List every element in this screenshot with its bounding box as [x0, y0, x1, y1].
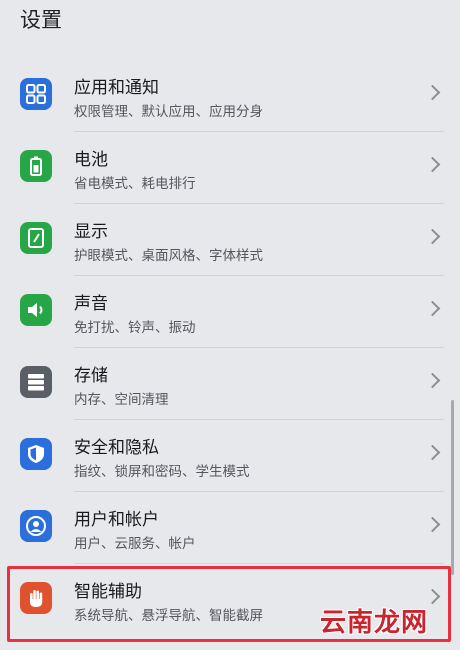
watermark: 云南龙网 — [320, 608, 429, 638]
chevron-right-icon — [424, 516, 441, 533]
storage-icon — [20, 366, 52, 398]
settings-item-title: 电池 — [74, 150, 108, 170]
chevron-right-icon — [424, 228, 441, 245]
settings-item-title: 安全和隐私 — [74, 438, 159, 458]
display-icon — [20, 222, 52, 254]
header: 设置 — [0, 0, 460, 46]
settings-item-subtitle: 权限管理、默认应用、应用分身 — [74, 104, 263, 120]
chevron-right-icon — [424, 156, 441, 173]
settings-item-subtitle: 省电模式、耗电排行 — [74, 176, 196, 192]
settings-item-title: 用户和帐户 — [74, 510, 159, 530]
settings-item-title: 显示 — [74, 222, 108, 242]
user-icon — [20, 510, 52, 542]
battery-icon — [20, 150, 52, 182]
settings-item-subtitle: 免打扰、铃声、振动 — [74, 320, 196, 336]
settings-item-subtitle: 护眼模式、桌面风格、字体样式 — [74, 248, 263, 264]
chevron-right-icon — [424, 444, 441, 461]
settings-item-display[interactable]: 显示 护眼模式、桌面风格、字体样式 — [0, 204, 460, 276]
settings-item-title: 声音 — [74, 294, 108, 314]
settings-item-sound[interactable]: 声音 免打扰、铃声、振动 — [0, 276, 460, 348]
settings-item-subtitle: 用户、云服务、帐户 — [74, 536, 196, 552]
settings-item-subtitle: 内存、空间清理 — [74, 392, 169, 408]
speaker-icon — [20, 294, 52, 326]
apps-grid-icon — [20, 78, 52, 110]
settings-item-users-accounts[interactable]: 用户和帐户 用户、云服务、帐户 — [0, 492, 460, 564]
chevron-right-icon — [424, 372, 441, 389]
settings-item-title: 应用和通知 — [74, 78, 159, 98]
page-title: 设置 — [20, 8, 62, 32]
settings-item-security-privacy[interactable]: 安全和隐私 指纹、锁屏和密码、学生模式 — [0, 420, 460, 492]
settings-item-battery[interactable]: 电池 省电模式、耗电排行 — [0, 132, 460, 204]
settings-list: 应用和通知 权限管理、默认应用、应用分身 电池 省电模式、耗电排行 显示 护眼模… — [0, 60, 460, 636]
settings-item-apps-notifications[interactable]: 应用和通知 权限管理、默认应用、应用分身 — [0, 60, 460, 132]
chevron-right-icon — [424, 84, 441, 101]
settings-item-subtitle: 指纹、锁屏和密码、学生模式 — [74, 464, 250, 480]
shield-icon — [20, 438, 52, 470]
chevron-right-icon — [424, 300, 441, 317]
settings-item-title: 存储 — [74, 366, 108, 386]
settings-item-storage[interactable]: 存储 内存、空间清理 — [0, 348, 460, 420]
scrollbar[interactable] — [451, 400, 454, 575]
